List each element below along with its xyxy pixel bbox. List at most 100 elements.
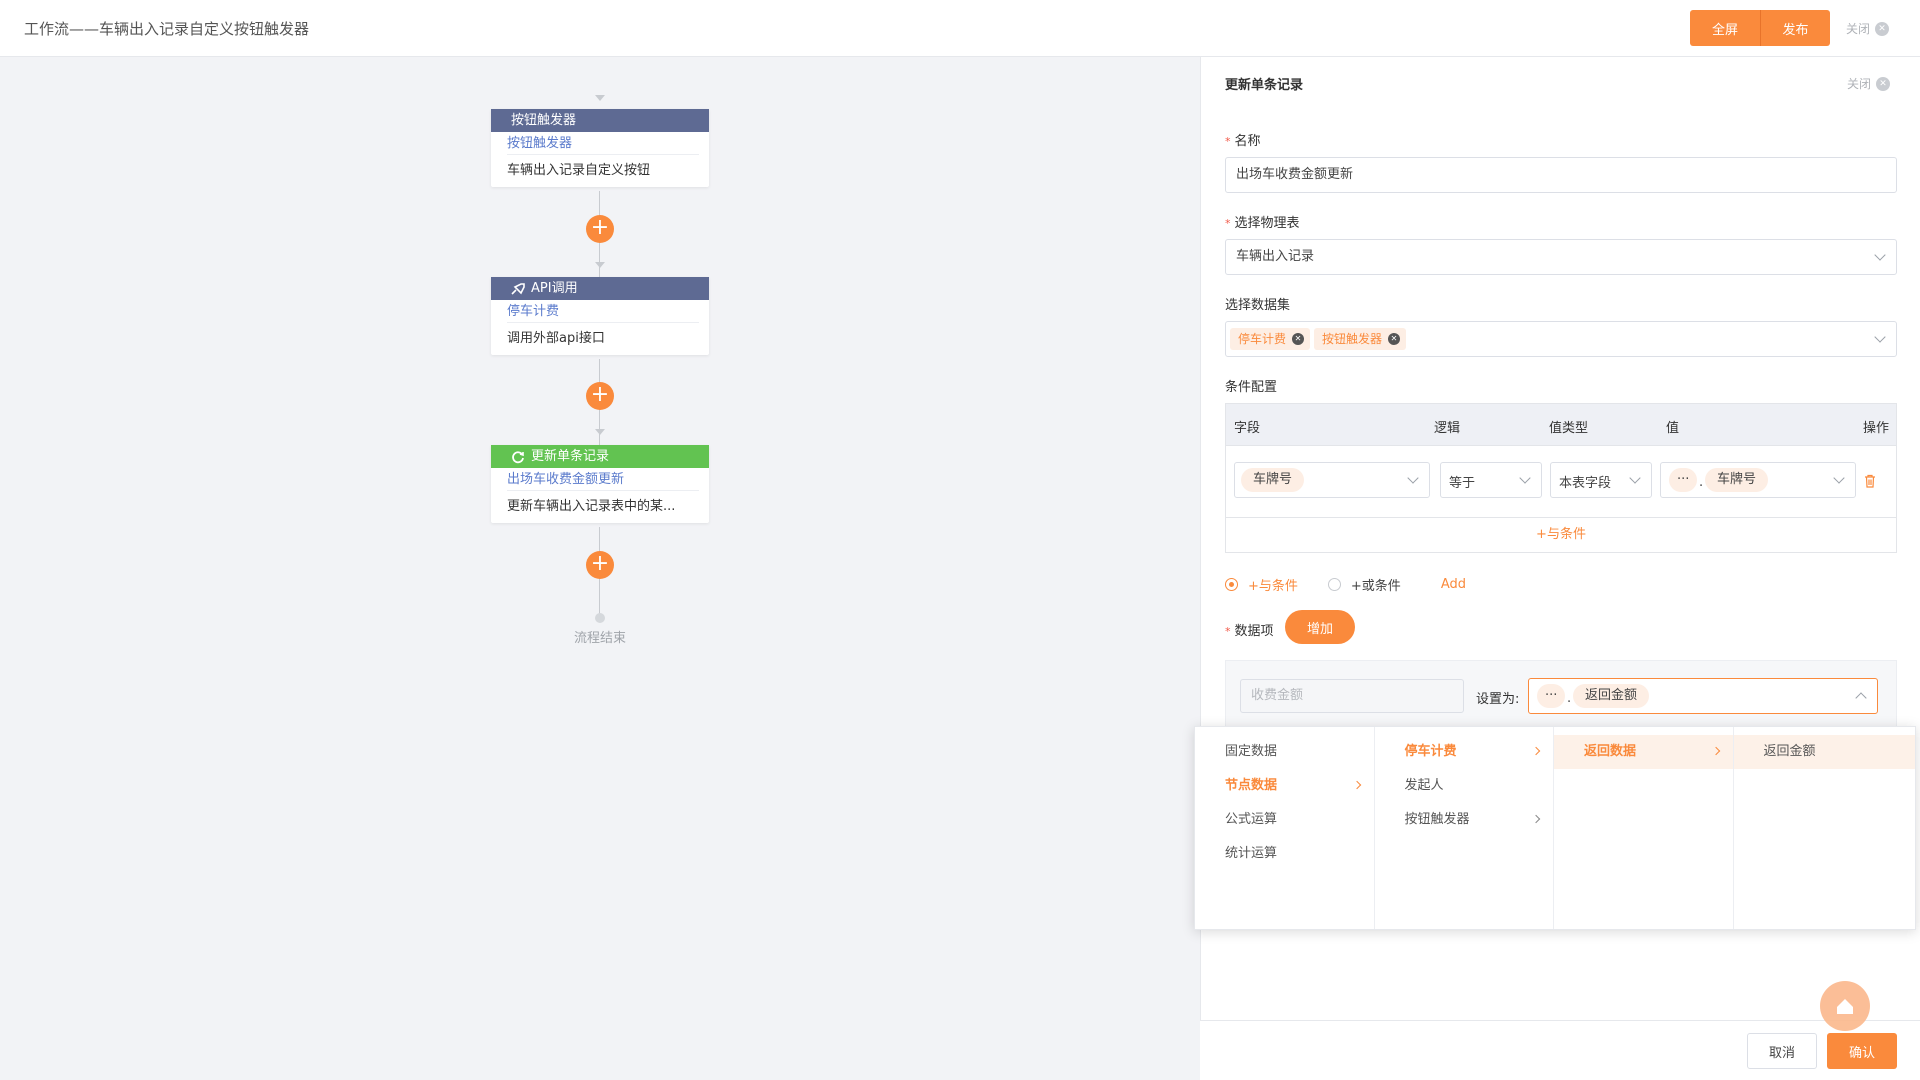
set-prefix-pill: ··· — [1537, 684, 1566, 708]
cascade-column-4: 返回金额 — [1733, 727, 1915, 929]
close-label: 关闭 — [1846, 22, 1871, 36]
value-type-value: 本表字段 — [1559, 476, 1612, 491]
logic-select[interactable]: 等于 — [1440, 462, 1542, 498]
cascade-option-active[interactable]: 返回数据 — [1554, 735, 1733, 769]
tag-label: 按钮触发器 — [1322, 332, 1383, 346]
dataset-label: 选择数据集 — [1225, 298, 1291, 313]
close-icon: ✕ — [1876, 76, 1891, 91]
cascade-option[interactable]: 按钮触发器 — [1375, 803, 1554, 837]
tag-remove-icon[interactable]: ✕ — [1388, 333, 1401, 345]
home-icon — [1837, 999, 1853, 1014]
node-header: 更新单条记录 — [491, 445, 709, 468]
close-panel-link[interactable]: 关闭 ✕ — [1847, 75, 1891, 92]
close-workflow-link[interactable]: 关闭 ✕ — [1846, 20, 1890, 37]
table-select-value: 车辆出入记录 — [1236, 249, 1315, 264]
col-value: 值 — [1666, 421, 1680, 436]
value-separator: . — [1699, 475, 1704, 490]
col-logic: 逻辑 — [1434, 421, 1461, 436]
condition-table-header: 字段 逻辑 值类型 值 操作 — [1226, 404, 1896, 446]
chevron-right-icon — [1352, 780, 1361, 790]
add-node-button[interactable]: + — [586, 382, 614, 410]
field-select[interactable]: 车牌号 — [1234, 462, 1430, 498]
chevron-right-icon — [1531, 814, 1541, 824]
value-type-select[interactable]: 本表字段 — [1550, 462, 1652, 498]
chevron-down-icon — [1407, 472, 1419, 484]
flow-end-label: 流程结束 — [573, 631, 626, 646]
flow-end-dot — [595, 613, 605, 623]
top-bar: 工作流——车辆出入记录自定义按钮触发器 全屏 发布 关闭 ✕ — [0, 0, 1920, 57]
close-icon: ✕ — [1875, 21, 1890, 36]
tag-label: 停车计费 — [1238, 332, 1287, 346]
required-mark: * — [1225, 217, 1231, 230]
set-value-select[interactable]: ··· . 返回金额 — [1528, 678, 1878, 714]
cascade-option-active[interactable]: 停车计费 — [1375, 735, 1554, 769]
option-label: 按钮触发器 — [1404, 812, 1470, 827]
node-name: 出场车收费金额更新 — [507, 468, 699, 491]
chevron-down-icon — [1629, 472, 1641, 484]
panel-title: 更新单条记录 — [1225, 78, 1304, 93]
required-mark: * — [1225, 625, 1231, 638]
cascade-option[interactable]: 公式运算 — [1195, 803, 1374, 837]
name-input[interactable]: 出场车收费金额更新 — [1225, 157, 1897, 193]
publish-button[interactable]: 发布 — [1760, 10, 1830, 46]
logic-value: 等于 — [1449, 476, 1476, 491]
tag-remove-icon[interactable]: ✕ — [1292, 333, 1305, 345]
add-and-condition-button[interactable]: +与条件 — [1226, 518, 1896, 552]
flow-node-update-record[interactable]: 更新单条记录 出场车收费金额更新 更新车辆出入记录表中的某... — [491, 445, 709, 523]
fullscreen-button[interactable]: 全屏 — [1690, 10, 1760, 46]
page-title: 工作流——车辆出入记录自定义按钮触发器 — [24, 20, 310, 38]
set-separator: . — [1567, 691, 1572, 706]
value-prefix-pill: ··· — [1669, 468, 1698, 492]
col-field: 字段 — [1234, 421, 1261, 436]
required-mark: * — [1225, 135, 1231, 148]
cascade-option-active[interactable]: 节点数据 — [1195, 769, 1374, 803]
dataset-tag: 按钮触发器 ✕ — [1314, 328, 1407, 350]
data-field-input[interactable]: 收费金额 — [1240, 679, 1464, 713]
data-item-row: 收费金额 设置为: ··· . 返回金额 — [1225, 660, 1897, 730]
cascade-option[interactable]: 统计运算 — [1195, 837, 1374, 871]
set-as-label: 设置为: — [1476, 692, 1520, 707]
col-action: 操作 — [1863, 421, 1890, 436]
label-text: 选择物理表 — [1234, 216, 1300, 231]
add-data-item-button[interactable]: 增加 — [1285, 610, 1355, 644]
node-header: 按钮触发器 — [491, 109, 709, 132]
set-value-pill: 返回金额 — [1573, 684, 1650, 708]
flow-canvas: 按钮触发器 按钮触发器 车辆出入记录自定义按钮 + API调用 停车计费 调用外… — [0, 57, 1200, 1080]
flow-node-api-call[interactable]: API调用 停车计费 调用外部api接口 — [491, 277, 709, 355]
trash-icon[interactable] — [1864, 474, 1876, 488]
add-node-button[interactable]: + — [586, 551, 614, 579]
node-description: 车辆出入记录自定义按钮 — [507, 163, 651, 178]
cascade-option[interactable]: 返回金额 — [1733, 735, 1915, 769]
col-value-type: 值类型 — [1549, 421, 1589, 436]
floating-home-icon[interactable] — [1820, 981, 1870, 1031]
flow-node-button-trigger[interactable]: 按钮触发器 按钮触发器 车辆出入记录自定义按钮 — [491, 109, 709, 187]
radio-or[interactable] — [1327, 578, 1341, 591]
data-items-label: * 数据项 — [1225, 620, 1274, 639]
header-button-group: 全屏 发布 — [1690, 10, 1830, 46]
value-select[interactable]: ··· . 车牌号 — [1660, 462, 1856, 498]
node-type-label: API调用 — [531, 281, 578, 296]
dataset-tag: 停车计费 ✕ — [1230, 328, 1311, 350]
condition-label: 条件配置 — [1225, 380, 1278, 395]
node-description: 调用外部api接口 — [507, 331, 605, 346]
table-select[interactable]: 车辆出入记录 — [1225, 239, 1897, 275]
chevron-down-icon — [1874, 331, 1886, 343]
option-label: 返回数据 — [1584, 744, 1637, 759]
label-text: 数据项 — [1234, 624, 1274, 639]
dataset-select[interactable]: 停车计费 ✕ 按钮触发器 ✕ — [1225, 321, 1897, 357]
confirm-button[interactable]: 确认 — [1827, 1033, 1897, 1069]
cancel-button[interactable]: 取消 — [1747, 1033, 1817, 1069]
chevron-right-icon — [1711, 746, 1720, 756]
condition-table: 字段 逻辑 值类型 值 操作 车牌号 等于 本表字段 ··· . 车牌号 +与条… — [1225, 403, 1897, 553]
cascade-option[interactable]: 固定数据 — [1195, 735, 1374, 769]
add-node-button[interactable]: + — [586, 215, 614, 243]
table-label: * 选择物理表 — [1225, 212, 1300, 231]
arrow-down-icon — [595, 429, 605, 435]
panel-footer: 取消 确认 — [1200, 1020, 1920, 1080]
chevron-down-icon — [1874, 249, 1886, 261]
node-type-label: 更新单条记录 — [531, 449, 610, 464]
cascade-option[interactable]: 发起人 — [1375, 769, 1554, 803]
add-link[interactable]: Add — [1441, 577, 1466, 592]
arrow-down-icon — [595, 262, 605, 268]
radio-and[interactable] — [1225, 578, 1238, 591]
